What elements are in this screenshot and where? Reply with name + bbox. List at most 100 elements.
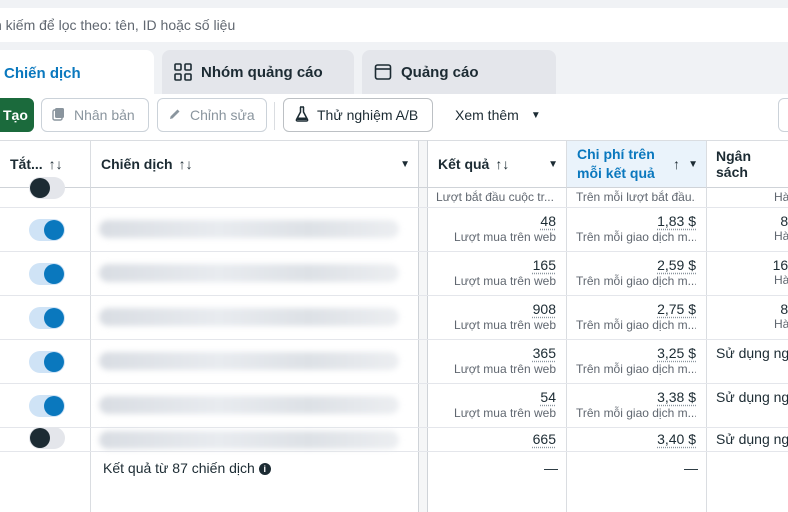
header-budget[interactable]: Ngân sách ↑ (706, 140, 788, 188)
toolbar: Tạo Nhân bản Chỉnh sửa Thử nghiệm A/B Xe… (0, 94, 788, 140)
table-row[interactable]: 365 Lượt mua trên web 3,25 $ Trên mỗi gi… (0, 340, 788, 384)
create-button[interactable]: Tạo (0, 98, 34, 132)
cpr-cell[interactable]: 1,83 $ Trên mỗi giao dịch m... (566, 208, 706, 251)
budget-sub: Hàn (773, 273, 788, 287)
cpr-cell[interactable]: 3,38 $ Trên mỗi giao dịch m... (566, 384, 706, 427)
table-row[interactable]: 908 Lượt mua trên web 2,75 $ Trên mỗi gi… (0, 296, 788, 340)
result-value[interactable]: 54 (428, 389, 556, 405)
campaign-toggle[interactable] (29, 263, 65, 285)
budget-sub: Hàn (773, 229, 788, 243)
info-icon[interactable]: i (258, 463, 271, 475)
cpr-cell[interactable]: 2,59 $ Trên mỗi giao dịch m... (566, 252, 706, 295)
budget-cell[interactable]: 80Hàn (706, 208, 788, 251)
budget-cell[interactable]: 80Hàn (706, 296, 788, 339)
caret-down-icon[interactable]: ▼ (688, 155, 698, 174)
budget-cell[interactable]: Sử dụng ngâ (706, 384, 788, 427)
campaign-name-cell[interactable] (90, 428, 418, 451)
gap-cell (418, 208, 428, 251)
tab-ad-sets[interactable]: Nhóm quảng cáo (162, 50, 354, 94)
toolbar-right-button[interactable] (778, 98, 788, 132)
cpr-value[interactable]: 3,25 $ (567, 345, 696, 361)
sort-icon[interactable]: ↑↓ (179, 156, 193, 172)
toolbar-divider (274, 102, 275, 130)
table-row[interactable]: 54 Lượt mua trên web 3,38 $ Trên mỗi gia… (0, 384, 788, 428)
cpr-sub: Trên mỗi giao dịch m... (576, 406, 696, 420)
campaign-name-cell[interactable] (90, 340, 418, 383)
result-cell[interactable]: 665 (428, 428, 566, 451)
toggle-knob (30, 428, 50, 448)
cpr-value[interactable]: 2,75 $ (567, 301, 696, 317)
caret-down-icon[interactable]: ▼ (548, 159, 558, 170)
campaign-name-cell[interactable] (90, 188, 418, 207)
tab-ads[interactable]: Quảng cáo (362, 50, 556, 94)
gap-cell (418, 384, 428, 427)
table-row[interactable]: Lượt bắt đầu cuộc tr... Trên mỗi lượt bắ… (0, 177, 788, 208)
budget-cell[interactable]: Sử dụng ngâ (706, 340, 788, 383)
campaign-toggle[interactable] (29, 177, 65, 199)
campaign-name-cell[interactable] (90, 252, 418, 295)
cpr-sub: Trên mỗi giao dịch m... (576, 362, 696, 376)
cpr-value[interactable]: 3,40 $ (567, 431, 696, 447)
sort-icon[interactable]: ↑↓ (49, 156, 63, 172)
header-cost-per-result[interactable]: Chi phí trên mỗi kết quả ↑ ▼ (566, 140, 706, 188)
cpr-cell[interactable]: 2,75 $ Trên mỗi giao dịch m... (566, 296, 706, 339)
ab-test-button[interactable]: Thử nghiệm A/B (283, 98, 433, 132)
campaign-toggle[interactable] (29, 395, 65, 417)
gap-cell (418, 188, 428, 207)
campaign-toggle[interactable] (29, 427, 65, 449)
column-resize-handle[interactable] (418, 140, 428, 188)
result-value[interactable]: 365 (428, 345, 556, 361)
caret-down-icon[interactable]: ▼ (400, 159, 410, 170)
campaign-toggle[interactable] (29, 351, 65, 373)
header-result[interactable]: Kết quả ↑↓ ▼ (428, 140, 566, 188)
budget-value: Sử dụng ngâ (716, 431, 788, 447)
table-row[interactable]: 165 Lượt mua trên web 2,59 $ Trên mỗi gi… (0, 252, 788, 296)
search-bar[interactable] (0, 8, 788, 42)
cpr-value[interactable]: 3,38 $ (567, 389, 696, 405)
blurred-campaign-name (99, 220, 399, 238)
campaign-name-cell[interactable] (90, 296, 418, 339)
budget-cell[interactable]: 160Hàn (706, 252, 788, 295)
result-cell[interactable]: 365 Lượt mua trên web (428, 340, 566, 383)
toggle-knob (30, 178, 50, 198)
sort-asc-icon[interactable]: ↑ (673, 155, 680, 174)
footer-cpr: — (566, 452, 706, 512)
campaign-toggle[interactable] (29, 307, 65, 329)
cpr-cell[interactable]: 3,40 $ (566, 428, 706, 451)
sort-icon[interactable]: ↑↓ (495, 156, 509, 172)
campaign-table: Tắt... ↑↓ Chiến dịch ↑↓ ▼ Kết quả ↑↓ ▼ C… (0, 140, 788, 512)
tab-campaigns-label: Chiến dịch (4, 64, 81, 82)
campaign-name-cell[interactable] (90, 384, 418, 427)
footer-result: — (544, 460, 558, 476)
result-value[interactable]: 165 (428, 257, 556, 273)
cpr-sub: Trên mỗi lượt bắt đầu... (576, 190, 696, 204)
tab-campaigns[interactable]: Chiến dịch (0, 50, 154, 96)
budget-cell[interactable]: Sử dụng ngâ (706, 428, 788, 451)
cpr-value[interactable]: 2,59 $ (567, 257, 696, 273)
cpr-cell[interactable]: 3,25 $ Trên mỗi giao dịch m... (566, 340, 706, 383)
gap-cell (418, 452, 428, 512)
result-cell[interactable]: 165 Lượt mua trên web (428, 252, 566, 295)
edit-button[interactable]: Chỉnh sửa (157, 98, 267, 132)
result-cell[interactable]: 908 Lượt mua trên web (428, 296, 566, 339)
table-row[interactable]: 48 Lượt mua trên web 1,83 $ Trên mỗi gia… (0, 208, 788, 252)
duplicate-button[interactable]: Nhân bản (41, 98, 149, 132)
campaign-name-cell[interactable] (90, 208, 418, 251)
result-value[interactable]: 665 (428, 431, 556, 447)
cpr-sub: Trên mỗi giao dịch m... (576, 230, 696, 244)
blurred-campaign-name (99, 308, 399, 326)
result-value[interactable]: 908 (428, 301, 556, 317)
caret-down-icon: ▼ (530, 109, 541, 121)
toggle-knob (44, 396, 64, 416)
table-row[interactable]: 665 3,40 $ Sử dụng ngâ (0, 427, 788, 452)
search-input[interactable] (0, 17, 782, 33)
result-cell[interactable]: 54 Lượt mua trên web (428, 384, 566, 427)
header-campaign[interactable]: Chiến dịch ↑↓ ▼ (90, 140, 418, 188)
result-value[interactable]: 48 (428, 213, 556, 229)
cpr-value[interactable]: 1,83 $ (567, 213, 696, 229)
footer-summary-label: Kết quả từ 87 chiến dịch (103, 460, 255, 476)
campaign-toggle[interactable] (29, 219, 65, 241)
result-cell[interactable]: 48 Lượt mua trên web (428, 208, 566, 251)
result-sub: Lượt bắt đầu cuộc tr... (436, 190, 554, 204)
see-more-button[interactable]: Xem thêm ▼ (443, 98, 553, 132)
